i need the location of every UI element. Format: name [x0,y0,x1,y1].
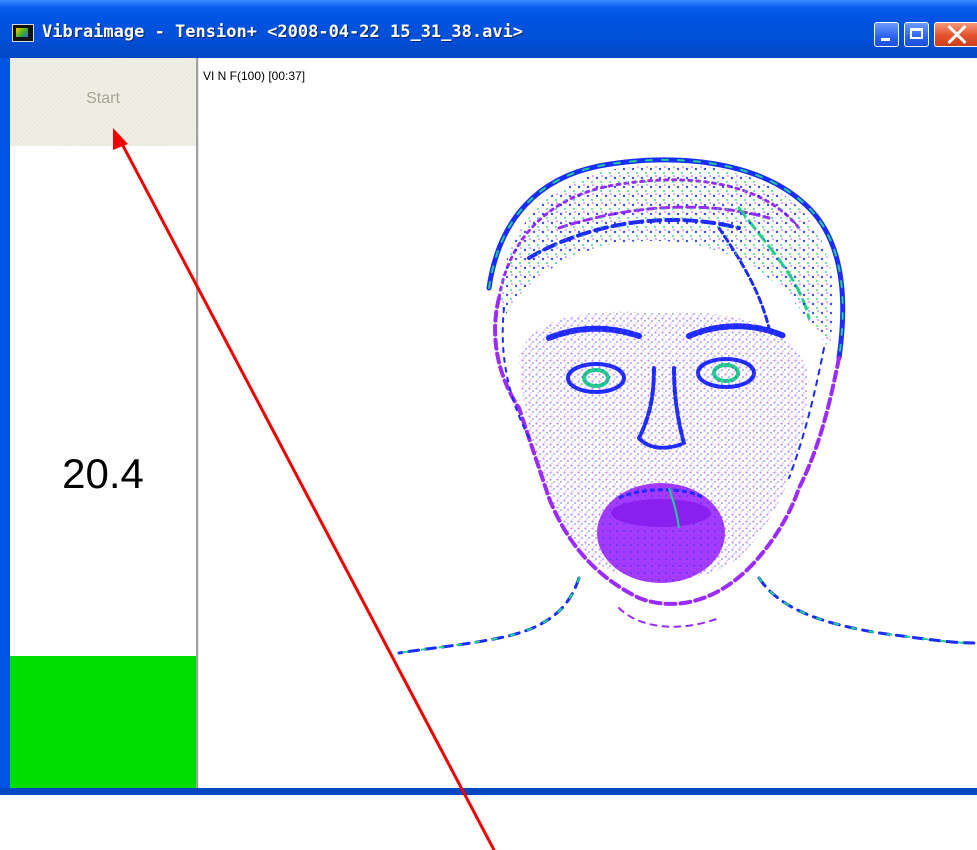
start-button-label: Start [86,90,120,107]
vibraimage-frame: VI N F(100) [00:37] [203,69,976,655]
level-indicator [10,656,196,788]
tension-value: 20.4 [62,450,144,497]
app-window: Vibraimage - Tension+ <2008-04-22 15_31_… [0,0,977,795]
maximize-button[interactable] [904,22,929,47]
app-icon[interactable] [12,24,34,42]
client-area: Start 20.4 VI N F(100) [00:37] [10,58,977,788]
close-button[interactable] [934,22,977,47]
window-title: Vibraimage - Tension+ <2008-04-22 15_31_… [42,22,524,42]
window-bottom-border [0,788,977,795]
minimize-button[interactable] [874,22,899,47]
control-panel: Start 20.4 [10,58,196,788]
mouth-region [597,483,725,583]
frame-info-text: VI N F(100) [00:37] [203,69,305,83]
start-button[interactable]: Start [10,58,196,146]
video-display: VI N F(100) [00:37] [199,58,977,788]
title-bar[interactable]: Vibraimage - Tension+ <2008-04-22 15_31_… [0,0,977,58]
